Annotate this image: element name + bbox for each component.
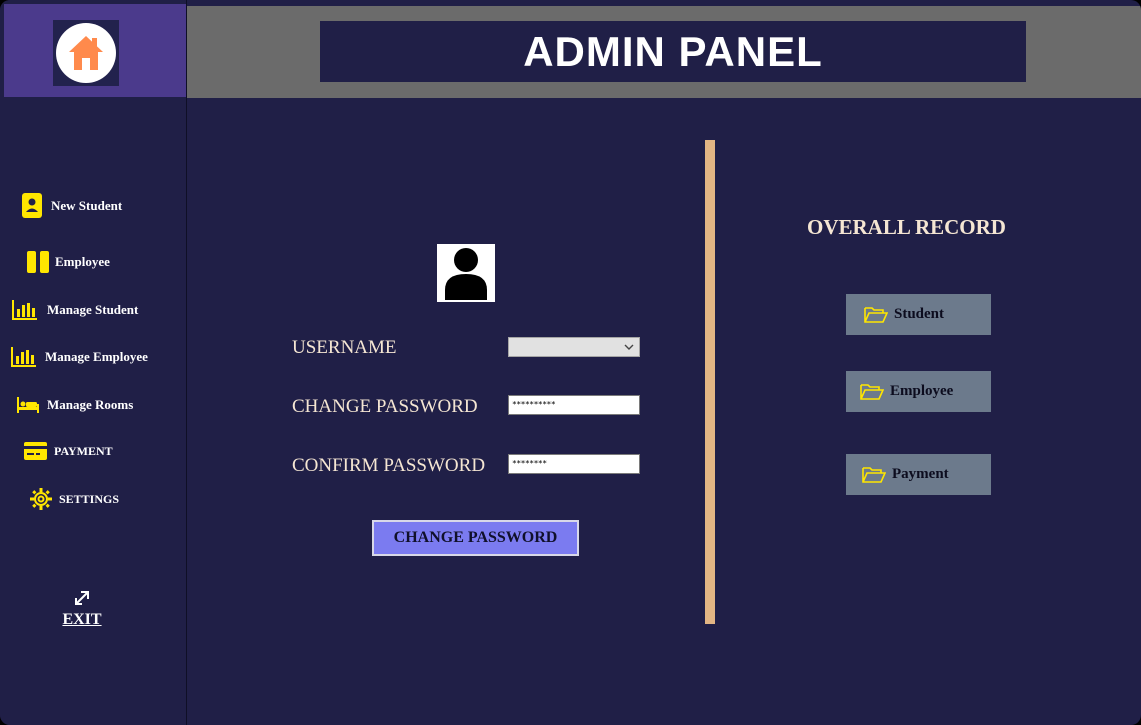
credit-card-icon	[24, 442, 47, 460]
chevron-down-icon	[624, 340, 634, 358]
title-banner: ADMIN PANEL	[320, 21, 1026, 82]
sidebar-item-label: New Student	[51, 197, 123, 213]
sidebar-item-manage-rooms[interactable]: Manage Rooms	[16, 395, 133, 415]
pause-icon	[27, 251, 49, 273]
record-button-label: Payment	[892, 466, 949, 482]
sidebar-item-new-student[interactable]: New Student	[22, 193, 122, 218]
sidebar-item-label: SETTINGS	[59, 491, 120, 506]
sidebar-item-payment[interactable]: PAYMENT	[24, 442, 113, 460]
sidebar-item-settings[interactable]: SETTINGS	[30, 488, 119, 510]
gear-icon	[30, 488, 52, 510]
sidebar: New Student Employee Manage Student Mana…	[0, 0, 187, 725]
username-label: USERNAME	[292, 337, 397, 358]
exit-label: EXIT	[62, 611, 102, 628]
record-employee-button[interactable]: Employee	[846, 371, 991, 412]
header: ADMIN PANEL	[187, 6, 1141, 98]
bar-chart-icon	[11, 347, 37, 367]
record-button-label: Student	[894, 306, 945, 322]
record-student-button[interactable]: Student	[846, 294, 991, 335]
folder-open-icon	[860, 383, 884, 401]
home-logo[interactable]	[53, 20, 119, 86]
folder-open-icon	[862, 466, 886, 484]
sidebar-item-label: Manage Student	[47, 302, 139, 317]
record-button-label: Employee	[890, 383, 954, 399]
sidebar-item-employee[interactable]: Employee	[27, 251, 110, 273]
confirm-password-label: CONFIRM PASSWORD	[292, 455, 486, 476]
bar-chart-icon	[12, 300, 38, 320]
change-password-label: CHANGE PASSWORD	[292, 396, 478, 417]
sidebar-item-label: Manage Employee	[45, 349, 148, 364]
username-select[interactable]	[508, 337, 640, 357]
user-avatar	[437, 244, 495, 302]
vertical-divider	[705, 140, 715, 624]
change-password-field[interactable]: **********	[508, 395, 640, 415]
bed-icon	[16, 395, 40, 415]
sidebar-item-label: Manage Rooms	[47, 397, 134, 412]
exit-arrow-icon	[74, 590, 90, 611]
user-icon	[445, 248, 487, 300]
change-password-button[interactable]: CHANGE PASSWORD	[372, 520, 579, 556]
sidebar-item-manage-employee[interactable]: Manage Employee	[11, 347, 148, 367]
username-value	[509, 342, 512, 354]
records-title: OVERALL RECORD	[807, 215, 1006, 239]
id-card-icon	[22, 193, 42, 218]
app-window: New Student Employee Manage Student Mana…	[0, 0, 1141, 725]
home-icon	[56, 23, 116, 83]
sidebar-item-manage-student[interactable]: Manage Student	[12, 300, 138, 320]
sidebar-item-label: Employee	[55, 254, 110, 269]
folder-open-icon	[864, 306, 888, 324]
confirm-password-field[interactable]: ********	[508, 454, 640, 474]
exit-button[interactable]: EXIT	[58, 590, 106, 629]
logo-area	[4, 4, 186, 97]
record-payment-button[interactable]: Payment	[846, 454, 991, 495]
sidebar-item-label: PAYMENT	[54, 443, 113, 458]
page-title: ADMIN PANEL	[523, 27, 823, 75]
